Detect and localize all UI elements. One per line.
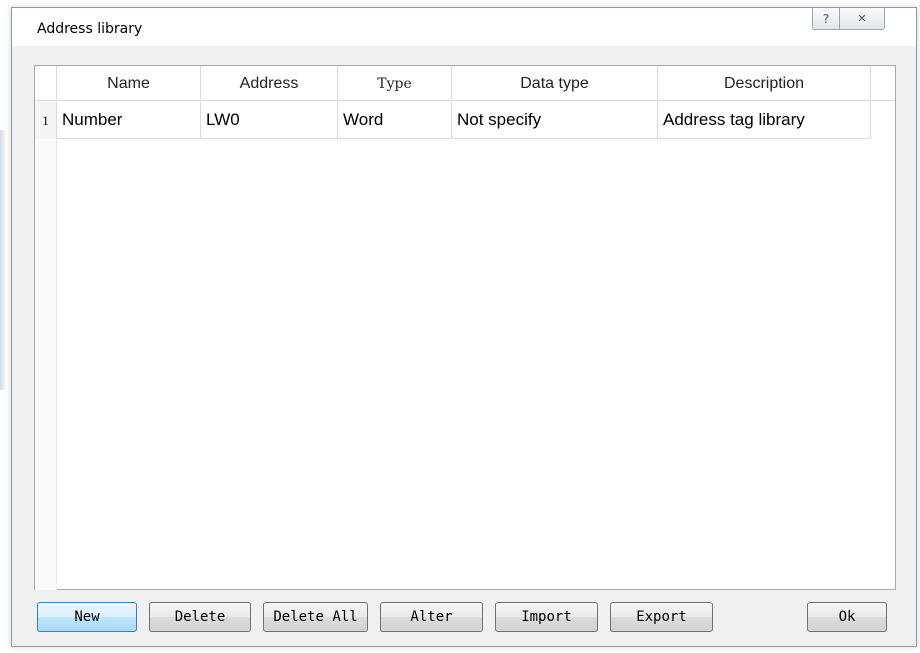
column-header-name[interactable]: Name <box>57 66 201 101</box>
column-header-type[interactable]: Type <box>338 66 452 101</box>
alter-button[interactable]: Alter <box>380 602 483 632</box>
address-table[interactable]: Name Address Type Data type Description … <box>34 65 896 590</box>
help-button[interactable]: ? <box>812 8 840 30</box>
cell-data-type[interactable]: Not specify <box>452 102 658 139</box>
row-number[interactable]: 1 <box>35 102 57 139</box>
column-header-description[interactable]: Description <box>658 66 871 101</box>
close-icon: ✕ <box>857 12 867 25</box>
column-header-data-type[interactable]: Data type <box>452 66 658 101</box>
cell-description[interactable]: Address tag library <box>658 102 871 139</box>
table-header: Name Address Type Data type Description <box>35 66 895 101</box>
cell-address[interactable]: LW0 <box>201 102 338 139</box>
dialog-title: Address library <box>37 21 143 37</box>
import-button[interactable]: Import <box>495 602 598 632</box>
delete-all-button[interactable]: Delete All <box>263 602 368 632</box>
window-edge-behind <box>0 130 5 390</box>
ok-button[interactable]: Ok <box>807 602 887 632</box>
cell-name[interactable]: Number <box>57 102 201 139</box>
row-header-gutter <box>35 139 57 590</box>
address-library-dialog: Address library ? ✕ Name Address Type Da… <box>11 7 917 647</box>
header-corner <box>35 66 57 101</box>
table-row[interactable]: 1 Number LW0 Word Not specify Address ta… <box>35 102 895 139</box>
cell-type[interactable]: Word <box>338 102 452 139</box>
question-mark-icon: ? <box>822 11 830 26</box>
title-bar[interactable]: Address library ? ✕ <box>12 8 916 46</box>
column-header-address[interactable]: Address <box>201 66 338 101</box>
delete-button[interactable]: Delete <box>149 602 251 632</box>
export-button[interactable]: Export <box>610 602 713 632</box>
close-button[interactable]: ✕ <box>839 8 885 30</box>
new-button[interactable]: New <box>37 602 137 632</box>
